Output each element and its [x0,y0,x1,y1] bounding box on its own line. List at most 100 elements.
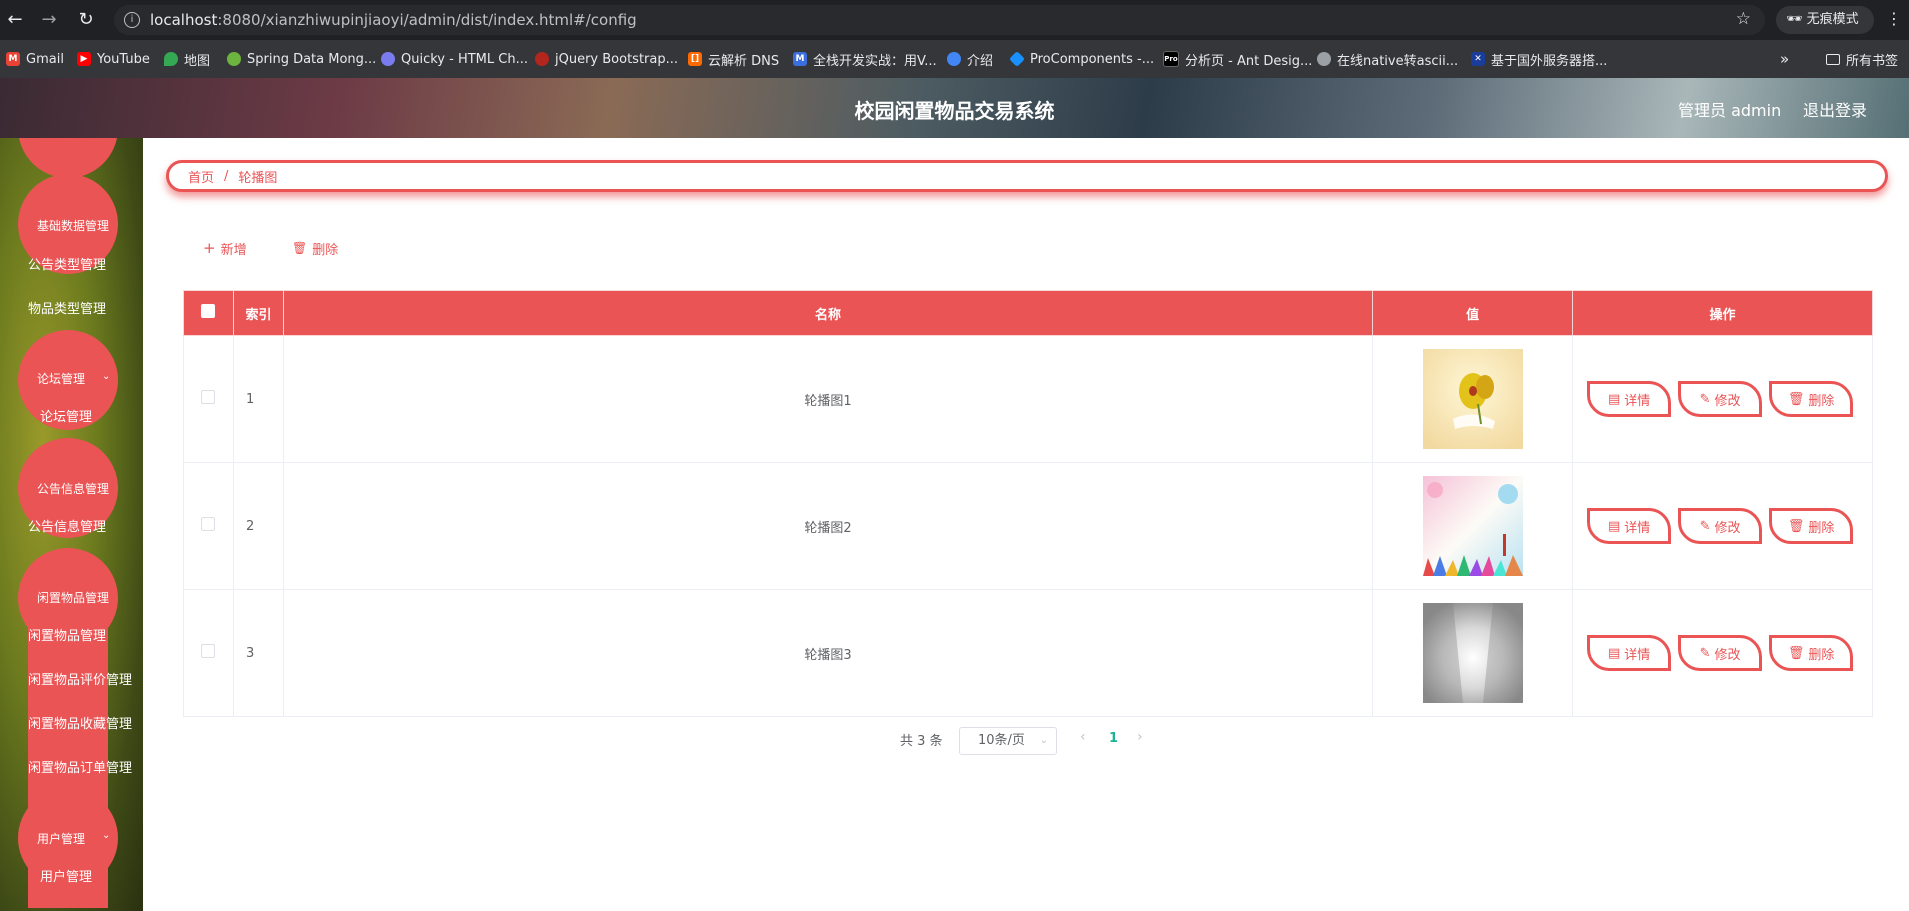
row-actions-cell: ▤ 详情 ✎ 修改 🗑 删除 [1572,462,1873,590]
incognito-label: 无痕模式 [1806,12,1859,27]
bookmark-aliyun[interactable]: [] 云解析 DNS [688,50,780,69]
sidebar-item-forum[interactable]: 论坛管理 [40,406,92,425]
menu-bubble [18,138,118,178]
pagination-total: 共 3 条 [900,734,943,749]
row-select-cell [183,335,234,463]
bookmark-maps[interactable]: 地图 [164,50,210,69]
logout-button[interactable]: 退出登录 [1803,97,1867,121]
sidebar-group-idle-items[interactable]: 闲置物品管理 [37,589,109,606]
add-button[interactable]: + 新增 [203,237,247,259]
chevron-down-icon: ⌄ [1039,735,1048,746]
row-index: 3 [232,589,284,717]
breadcrumb-separator: / [224,168,229,184]
column-header-name: 名称 [282,290,1374,336]
sidebar-group-forum[interactable]: 论坛管理 [37,370,85,387]
sidebar-item-users[interactable]: 用户管理 [40,866,92,885]
sidebar-group-basic-data[interactable]: 基础数据管理 [37,217,109,234]
breadcrumb-home[interactable]: 首页 [188,167,214,186]
column-header-actions: 操作 [1572,290,1873,336]
forward-icon[interactable]: → [37,8,61,32]
edit-label: 修改 [1714,647,1741,663]
sidebar-group-notice[interactable]: 公告信息管理 [37,480,109,497]
pencil-icon: ✎ [1699,645,1711,661]
address-bar[interactable]: i localhost:8080/xianzhiwupinjiaoyi/admi… [114,5,1765,35]
document-icon: ▤ [1607,645,1621,661]
row-checkbox[interactable] [201,517,216,531]
world-icon [1317,52,1331,66]
delete-button[interactable]: 🗑 删除 [1769,635,1854,671]
sidebar-item-idle-item-favorites[interactable]: 闲置物品收藏管理 [28,713,132,732]
bookmark-antdesign[interactable]: Pro 分析页 - Ant Desig... [1163,50,1312,69]
edit-button[interactable]: ✎ 修改 [1678,381,1763,417]
edit-label: 修改 [1714,520,1741,536]
bookmark-fullstack[interactable]: M 全栈开发实战：用V... [793,50,937,69]
bookmark-spring[interactable]: Spring Data Mong... [227,50,376,68]
incognito-indicator[interactable]: 🕶 无痕模式 [1776,6,1874,34]
detail-button[interactable]: ▤ 详情 [1587,508,1672,544]
chevron-down-icon: ⌄ [102,830,111,841]
prev-page-icon[interactable]: ‹ [1080,729,1086,745]
edit-button[interactable]: ✎ 修改 [1678,635,1763,671]
carousel-thumbnail-image[interactable] [1422,603,1523,703]
sidebar-item-idle-item-reviews[interactable]: 闲置物品评价管理 [28,669,132,688]
sidebar-item-idle-item-orders[interactable]: 闲置物品订单管理 [28,757,132,776]
bookmark-gmail[interactable]: M Gmail [6,50,64,68]
row-actions-cell: ▤ 详情 ✎ 修改 🗑 删除 [1572,589,1873,717]
delete-button[interactable]: 🗑 删除 [1769,381,1854,417]
back-icon[interactable]: ← [3,8,27,32]
detail-button[interactable]: ▤ 详情 [1587,635,1672,671]
trash-icon: 🗑 [1787,518,1805,534]
delete-button[interactable]: 🗑 删除 [1769,508,1854,544]
browser-menu-icon[interactable]: ⋮ [1886,9,1902,28]
delete-label: 删除 [1808,393,1835,409]
row-checkbox[interactable] [201,390,216,404]
carousel-thumbnail-image[interactable] [1422,349,1523,449]
bookmark-label: YouTube [97,51,150,67]
next-page-icon[interactable]: › [1137,729,1143,745]
spring-icon [227,52,241,66]
bookmark-star-icon[interactable]: ☆ [1736,9,1751,29]
more-bookmarks-icon[interactable]: » [1780,50,1789,68]
carousel-thumbnail-image[interactable] [1422,476,1523,576]
row-select-cell [183,462,234,590]
sidebar-item-notice[interactable]: 公告信息管理 [28,516,106,535]
table-row: 1 轮播图1 ▤ 详情 ✎ 修改 🗑 删除 [183,335,1873,463]
bookmark-label: 在线native转ascii... [1337,53,1459,69]
bookmark-procomponents[interactable]: ProComponents -... [1009,50,1154,68]
bookmark-label: 云解析 DNS [708,53,780,69]
site-info-icon[interactable]: i [124,12,140,28]
globe-icon [947,52,961,66]
add-button-label: 新增 [220,242,247,258]
sidebar-item-idle-items[interactable]: 闲置物品管理 [28,625,106,644]
url-text[interactable]: localhost:8080/xianzhiwupinjiaoyi/admin/… [150,11,637,29]
bookmark-server[interactable]: ✕ 基于国外服务器搭... [1471,50,1608,69]
bookmark-native-ascii[interactable]: 在线native转ascii... [1317,50,1459,69]
bookmark-label: 介绍 [967,53,994,69]
sidebar-group-users[interactable]: 用户管理 [37,830,85,847]
maps-icon [164,52,178,66]
browser-toolbar: ← → ↻ i localhost:8080/xianzhiwupinjiaoy… [0,0,1909,40]
row-name: 轮播图1 [282,335,1374,463]
detail-button[interactable]: ▤ 详情 [1587,381,1672,417]
url-path: :8080/xianzhiwupinjiaoyi/admin/dist/inde… [217,11,637,29]
row-checkbox[interactable] [201,644,216,658]
bookmark-intro[interactable]: 介绍 [947,50,994,69]
edit-button[interactable]: ✎ 修改 [1678,508,1763,544]
sidebar-item-item-type[interactable]: 物品类型管理 [28,298,106,317]
select-all-checkbox[interactable] [201,304,216,318]
sidebar-item-notice-type[interactable]: 公告类型管理 [28,254,106,273]
reload-icon[interactable]: ↻ [74,8,98,32]
batch-delete-button[interactable]: 🗑 删除 [292,237,338,259]
bookmark-label: 全栈开发实战：用V... [813,53,937,69]
bookmark-label: 基于国外服务器搭... [1491,53,1608,69]
bookmark-quicky[interactable]: Quicky - HTML Ch... [381,50,528,68]
table-header-row: 索引 名称 值 操作 [183,290,1873,336]
pencil-icon: ✎ [1699,391,1711,407]
m-icon: M [793,52,807,66]
bookmark-youtube[interactable]: ▶ YouTube [77,50,150,68]
bookmark-jquery[interactable]: jQuery Bootstrap... [535,50,678,68]
page-number-current[interactable]: 1 [1109,731,1118,746]
all-bookmarks[interactable]: 所有书签 [1826,50,1898,69]
plus-icon: + [203,239,216,257]
page-size-select[interactable]: 10条/页 ⌄ [959,727,1057,755]
